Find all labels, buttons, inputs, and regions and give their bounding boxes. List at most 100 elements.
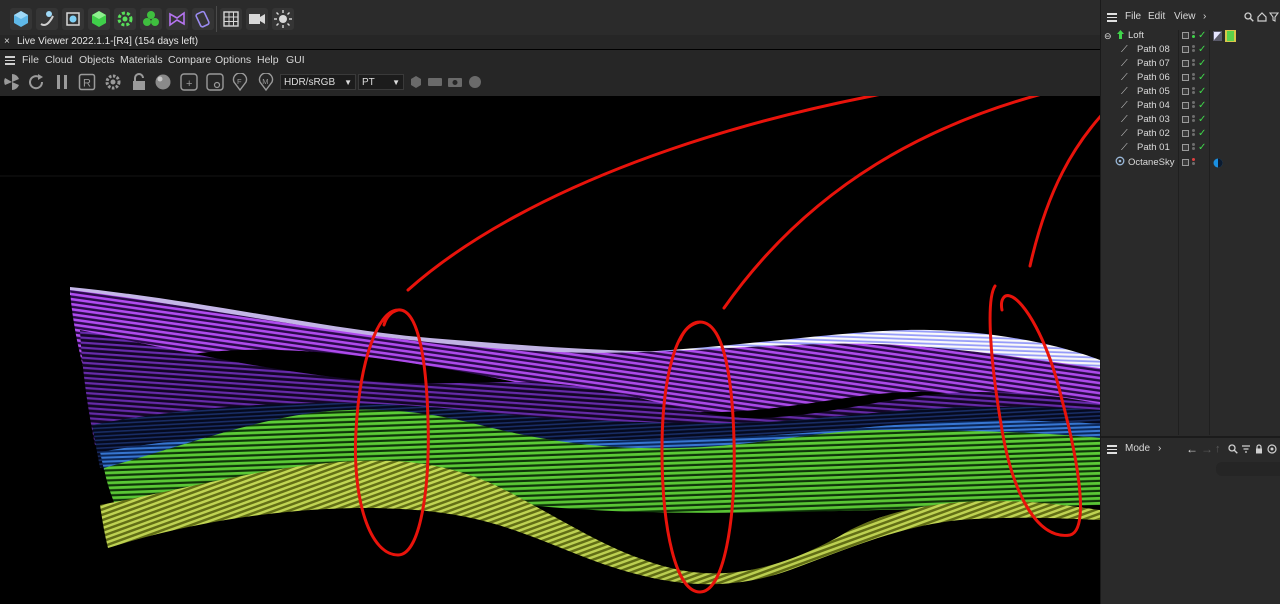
visibility-dots-icon[interactable]: [1192, 45, 1196, 55]
editor-visibility-icon[interactable]: [1182, 159, 1189, 166]
editor-visibility-icon[interactable]: [1182, 46, 1189, 53]
hamburger-menu-icon[interactable]: [1107, 445, 1117, 456]
cloner-icon[interactable]: [140, 8, 162, 30]
kernel-select[interactable]: PT ▼: [358, 74, 404, 90]
lock-icon[interactable]: [130, 73, 148, 91]
up-arrow-icon[interactable]: ↑: [1215, 440, 1221, 458]
cube-green-icon[interactable]: [88, 8, 110, 30]
object-row-path-07[interactable]: ⟋ Path 07 ✓: [1101, 57, 1280, 71]
material-ball-icon[interactable]: [154, 73, 172, 91]
render-viewport[interactable]: [0, 96, 1100, 604]
add-material-icon[interactable]: +: [180, 73, 198, 91]
menu-help[interactable]: Help: [257, 50, 279, 70]
enabled-check-icon[interactable]: ✓: [1198, 71, 1206, 85]
tag-icons[interactable]: [1213, 30, 1237, 42]
spline-mask-icon[interactable]: [192, 8, 214, 30]
hamburger-menu-icon[interactable]: [5, 56, 15, 67]
menu-options[interactable]: Options: [215, 50, 251, 70]
visibility-dots-icon[interactable]: [1192, 59, 1196, 69]
menu-gui[interactable]: GUI: [286, 50, 305, 70]
enabled-check-icon[interactable]: ✓: [1198, 99, 1206, 113]
editor-visibility-icon[interactable]: [1182, 32, 1189, 39]
clay-mode-icon[interactable]: [206, 73, 224, 91]
focus-icon[interactable]: [62, 8, 84, 30]
enabled-check-icon[interactable]: ✓: [1198, 85, 1206, 99]
search-icon[interactable]: [1244, 12, 1254, 22]
snapshot-camera-icon[interactable]: [446, 73, 464, 91]
visibility-dots-icon[interactable]: [1192, 129, 1196, 139]
editor-visibility-icon[interactable]: [1182, 74, 1189, 81]
back-arrow-icon[interactable]: ←: [1186, 440, 1198, 458]
deformer-icon[interactable]: [166, 8, 188, 30]
close-icon[interactable]: ×: [4, 35, 10, 49]
cube-icon[interactable]: [10, 8, 32, 30]
attribute-search-field[interactable]: [1216, 462, 1280, 476]
menu-compare[interactable]: Compare: [168, 50, 211, 70]
object-row-path-03[interactable]: ⟋ Path 03 ✓: [1101, 113, 1280, 127]
editor-visibility-icon[interactable]: [1182, 130, 1189, 137]
circle-icon[interactable]: [466, 73, 484, 91]
om-menu-edit[interactable]: Edit: [1148, 8, 1165, 26]
om-menu-view[interactable]: View: [1174, 8, 1196, 26]
restart-render-icon[interactable]: [27, 73, 45, 91]
forward-arrow-icon[interactable]: →: [1201, 440, 1213, 458]
visibility-dots-icon[interactable]: [1192, 73, 1196, 83]
collapse-icon[interactable]: ⊖: [1104, 29, 1112, 43]
object-row-path-02[interactable]: ⟋ Path 02 ✓: [1101, 127, 1280, 141]
hexagon-icon[interactable]: [407, 73, 425, 91]
light-icon[interactable]: [272, 8, 294, 30]
object-row-path-08[interactable]: ⟋ Path 08 ✓: [1101, 43, 1280, 57]
environment-tag-icon[interactable]: [1213, 158, 1223, 168]
region-render-icon[interactable]: R: [78, 73, 96, 91]
visibility-dots-icon[interactable]: [1192, 143, 1196, 153]
camera-icon[interactable]: [246, 8, 268, 30]
grid-icon[interactable]: [220, 8, 242, 30]
start-render-icon[interactable]: [3, 73, 21, 91]
search-icon[interactable]: [1228, 444, 1238, 454]
object-row-path-05[interactable]: ⟋ Path 05 ✓: [1101, 85, 1280, 99]
visibility-dots-icon[interactable]: [1192, 158, 1196, 168]
settings-gear-icon[interactable]: [104, 73, 122, 91]
film-icon[interactable]: [426, 73, 444, 91]
object-row-loft[interactable]: ⊖ Loft ✓: [1101, 29, 1280, 43]
om-menu-file[interactable]: File: [1125, 8, 1141, 26]
chevron-right-icon[interactable]: ›: [1158, 440, 1161, 458]
menu-file[interactable]: File: [22, 50, 39, 70]
object-row-path-01[interactable]: ⟋ Path 01 ✓: [1101, 141, 1280, 155]
editor-visibility-icon[interactable]: [1182, 144, 1189, 151]
home-icon[interactable]: [1257, 12, 1267, 22]
enabled-check-icon[interactable]: ✓: [1198, 127, 1206, 141]
enabled-check-icon[interactable]: ✓: [1198, 57, 1206, 71]
enabled-check-icon[interactable]: ✓: [1198, 43, 1206, 57]
visibility-dots-icon[interactable]: [1192, 31, 1196, 41]
enabled-check-icon[interactable]: ✓: [1198, 141, 1206, 155]
pause-render-icon[interactable]: [53, 73, 71, 91]
hamburger-menu-icon[interactable]: [1107, 13, 1117, 24]
object-row-path-06[interactable]: ⟋ Path 06 ✓: [1101, 71, 1280, 85]
filter-icon[interactable]: [1269, 12, 1279, 22]
editor-visibility-icon[interactable]: [1182, 102, 1189, 109]
filter-icon[interactable]: [1241, 444, 1251, 454]
gear-green-icon[interactable]: [114, 8, 136, 30]
color-space-select[interactable]: HDR/sRGB ▼: [280, 74, 356, 90]
editor-visibility-icon[interactable]: [1182, 60, 1189, 67]
object-row-octanesky[interactable]: OctaneSky: [1101, 156, 1280, 170]
attr-mode-menu[interactable]: Mode: [1125, 440, 1150, 458]
enabled-check-icon[interactable]: ✓: [1198, 113, 1206, 127]
visibility-dots-icon[interactable]: [1192, 87, 1196, 97]
lock-icon[interactable]: [1254, 444, 1264, 454]
material-pick-icon[interactable]: M: [257, 73, 275, 91]
chevron-right-icon[interactable]: ›: [1203, 8, 1206, 26]
visibility-dots-icon[interactable]: [1192, 115, 1196, 125]
menu-materials[interactable]: Materials: [120, 50, 163, 70]
editor-visibility-icon[interactable]: [1182, 88, 1189, 95]
menu-cloud[interactable]: Cloud: [45, 50, 72, 70]
object-row-path-04[interactable]: ⟋ Path 04 ✓: [1101, 99, 1280, 113]
visibility-dots-icon[interactable]: [1192, 101, 1196, 111]
enabled-check-icon[interactable]: ✓: [1198, 29, 1206, 43]
focus-pick-icon[interactable]: F: [231, 73, 249, 91]
bend-icon[interactable]: [36, 8, 58, 30]
menu-objects[interactable]: Objects: [79, 50, 115, 70]
editor-visibility-icon[interactable]: [1182, 116, 1189, 123]
new-window-icon[interactable]: [1267, 444, 1277, 454]
